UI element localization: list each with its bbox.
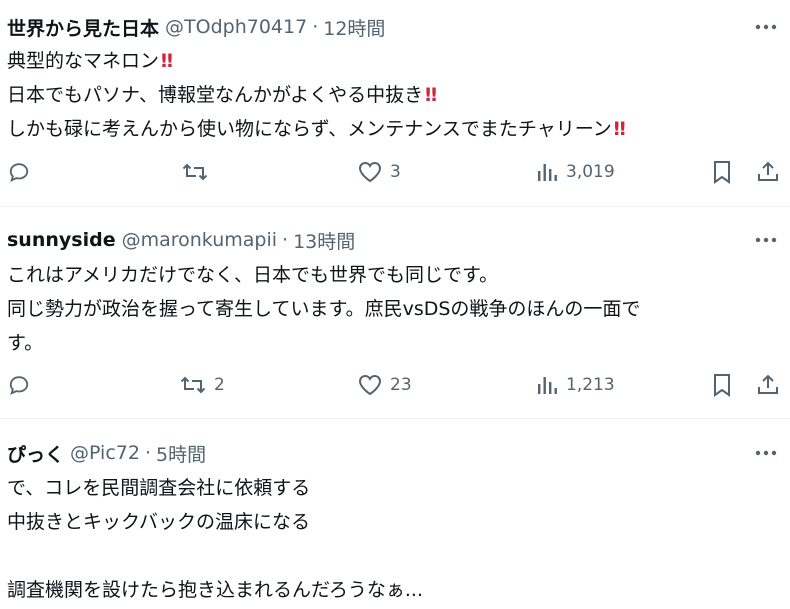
post-1[interactable]: 世界から見た日本 @TOdph70417 · 12時間 典型的なマネロン ‼ 日本で…: [0, 0, 790, 206]
share-icon: [758, 161, 778, 181]
post-header: sunnyside @maronkumapii · 13時間: [7, 226, 355, 254]
separator-dot: ·: [144, 442, 152, 464]
views-icon: [538, 164, 557, 181]
post-header: 世界から見た日本 @TOdph70417 · 12時間: [7, 13, 385, 41]
author-name[interactable]: sunnyside: [7, 229, 116, 251]
post-line: [7, 539, 777, 573]
post-line: 日本でもパソナ、博報堂なんかがよくやる中抜き ‼: [7, 84, 437, 106]
more-options-button[interactable]: [752, 228, 780, 252]
more-options-button[interactable]: [752, 441, 780, 465]
reply-button[interactable]: [8, 370, 30, 400]
post-2[interactable]: sunnyside @maronkumapii · 13時間 これはアメリカだけ…: [0, 207, 790, 418]
reply-button[interactable]: [8, 157, 30, 187]
post-time[interactable]: 5時間: [156, 440, 206, 467]
post-time[interactable]: 12時間: [323, 14, 385, 41]
post-line: す。: [7, 332, 44, 354]
repost-count: 2: [214, 375, 225, 395]
more-icon: [755, 450, 777, 456]
like-count: 3: [390, 162, 401, 182]
bookmark-button[interactable]: [712, 370, 732, 400]
post-text: で、コレを民間調査会社に依頼する 中抜きとキックバックの温床になる調査機関を設けた…: [7, 471, 777, 607]
more-options-button[interactable]: [752, 15, 780, 39]
repost-button[interactable]: [182, 157, 208, 187]
views-button[interactable]: 1,213: [536, 370, 615, 400]
more-icon: [755, 237, 777, 243]
like-button[interactable]: 23: [358, 370, 412, 400]
post-3[interactable]: ぴっく @Pic72 · 5時間 で、コレを民間調査会社に依頼する 中抜きとキック…: [0, 419, 790, 609]
separator-dot: ·: [312, 16, 319, 38]
author-handle[interactable]: @TOdph70417: [165, 16, 307, 38]
like-count: 23: [390, 375, 412, 395]
author-name[interactable]: ぴっく: [7, 440, 64, 467]
post-line: 典型的なマネロン ‼: [7, 50, 173, 72]
more-icon: [755, 24, 777, 30]
double-exclamation-icon: ‼: [161, 50, 173, 72]
post-line: 調査機関を設けたら抱き込まれるんだろうなぁ...: [7, 579, 423, 601]
reply-icon: [9, 376, 29, 395]
author-handle[interactable]: @maronkumapii: [122, 229, 277, 251]
double-exclamation-icon: ‼: [425, 84, 437, 106]
post-header: ぴっく @Pic72 · 5時間: [7, 439, 206, 467]
bookmark-icon: [714, 161, 730, 184]
bookmark-icon: [714, 374, 730, 397]
like-icon: [358, 374, 382, 396]
post-text: 典型的なマネロン ‼ 日本でもパソナ、博報堂なんかがよくやる中抜き ‼ しかも碌に考えん…: [7, 44, 777, 146]
share-icon: [758, 374, 778, 394]
separator-dot: ·: [282, 229, 289, 251]
author-name[interactable]: 世界から見た日本: [7, 14, 159, 41]
action-bar: 3 3,019: [0, 157, 790, 187]
action-bar: 2 23 1,213: [0, 370, 790, 400]
bookmark-button[interactable]: [712, 157, 732, 187]
share-button[interactable]: [756, 157, 780, 187]
post-text: これはアメリカだけでなく、日本でも世界でも同じです。同じ勢力が政治を握って寄生し…: [7, 258, 777, 360]
repost-button[interactable]: 2: [180, 370, 225, 400]
view-count: 3,019: [566, 162, 615, 182]
repost-icon: [180, 376, 206, 394]
repost-icon: [182, 163, 208, 181]
like-icon: [358, 161, 382, 183]
post-line: これはアメリカだけでなく、日本でも世界でも同じです。: [7, 264, 499, 286]
view-count: 1,213: [566, 375, 615, 395]
author-handle[interactable]: @Pic72: [70, 442, 140, 464]
reply-icon: [9, 163, 29, 182]
share-button[interactable]: [756, 370, 780, 400]
post-line: 同じ勢力が政治を握って寄生しています。庶民vsDSの戦争のほんの一面で: [7, 298, 641, 320]
post-line: 中抜きとキックバックの温床になる: [7, 511, 311, 533]
post-line: しかも碌に考えんから使い物にならず、メンテナンスでまたチャリーン ‼: [7, 118, 626, 140]
views-icon: [538, 377, 557, 394]
like-button[interactable]: 3: [358, 157, 401, 187]
views-button[interactable]: 3,019: [536, 157, 615, 187]
post-line: で、コレを民間調査会社に依頼する: [7, 477, 311, 499]
double-exclamation-icon: ‼: [613, 118, 626, 140]
post-time[interactable]: 13時間: [293, 227, 355, 254]
